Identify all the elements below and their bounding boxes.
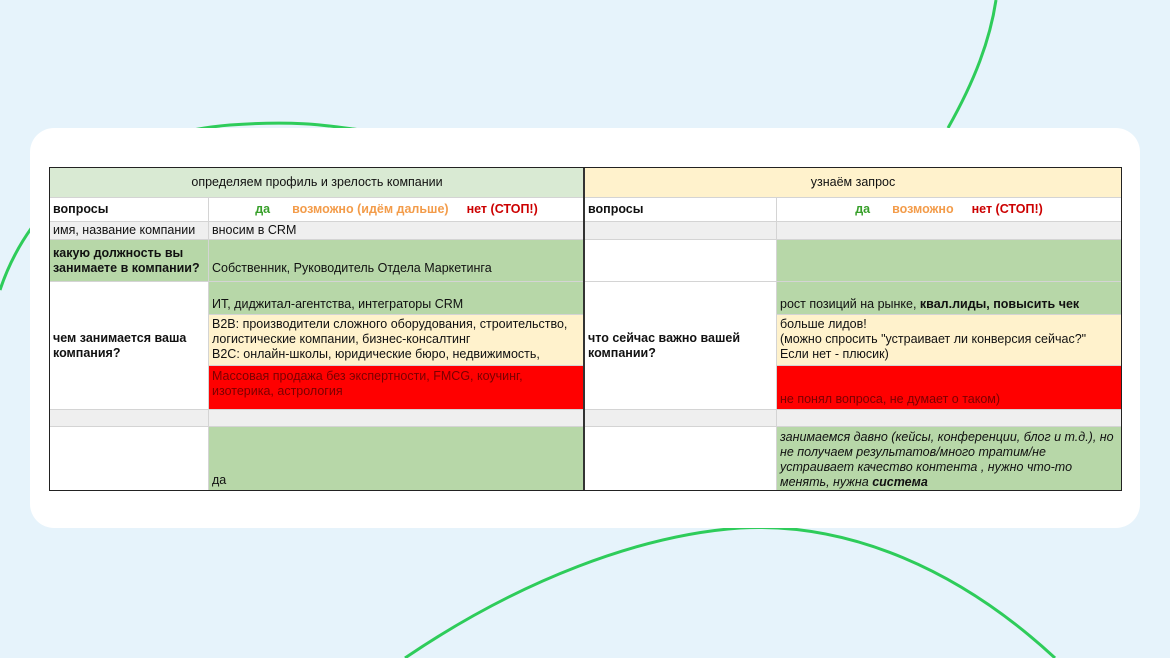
answer-important-no[interactable]: не понял вопроса, не думает о таком)	[776, 365, 1121, 409]
answer-business-maybe[interactable]: B2B: производители сложного оборудования…	[208, 314, 584, 365]
empty-cell[interactable]	[584, 426, 776, 490]
left-block-header[interactable]: определяем профиль и зрелость компании	[50, 168, 584, 197]
right-block-header[interactable]: узнаём запрос	[584, 168, 1121, 197]
empty-cell[interactable]	[776, 221, 1121, 239]
left-answers-title[interactable]: да возможно (идём дальше) нет (СТОП!)	[208, 197, 584, 221]
answer-company-name[interactable]: вносим в CRM	[208, 221, 584, 239]
question-business[interactable]: чем занимается ваша компания?	[50, 281, 208, 409]
answer-important-yes[interactable]: рост позиций на рынке, квал.лиды, повыси…	[776, 281, 1121, 314]
spacer-cell[interactable]	[584, 409, 776, 426]
empty-cell[interactable]	[584, 239, 776, 281]
left-questions-title[interactable]: вопросы	[50, 197, 208, 221]
block-divider	[583, 168, 585, 490]
empty-cell[interactable]	[50, 426, 208, 490]
answer-business-no[interactable]: Массовая продажа без экспертности, FMCG,…	[208, 365, 584, 409]
answer-business-yes[interactable]: ИТ, диджитал-агентства, интеграторы CRM	[208, 281, 584, 314]
answer-last-yes[interactable]: да	[208, 426, 584, 490]
right-answers-title[interactable]: да возможно нет (СТОП!)	[776, 197, 1121, 221]
spacer-cell[interactable]	[50, 409, 208, 426]
answer-important-maybe[interactable]: больше лидов! (можно спросить "устраивае…	[776, 314, 1121, 365]
spacer-cell[interactable]	[208, 409, 584, 426]
answer-last-system[interactable]: занимаемся давно (кейсы, конференции, бл…	[776, 426, 1121, 490]
question-important[interactable]: что сейчас важно вашей компании?	[584, 281, 776, 409]
empty-cell[interactable]	[584, 221, 776, 239]
question-company-name[interactable]: имя, название компании	[50, 221, 208, 239]
answer-position-yes[interactable]: Собственник, Руководитель Отдела Маркети…	[208, 239, 584, 281]
empty-green-cell[interactable]	[776, 239, 1121, 281]
right-questions-title[interactable]: вопросы	[584, 197, 776, 221]
spacer-cell[interactable]	[776, 409, 1121, 426]
question-position[interactable]: какую должность вы занимаете в компании?	[50, 239, 208, 281]
spreadsheet-table: определяем профиль и зрелость компании у…	[49, 167, 1122, 491]
